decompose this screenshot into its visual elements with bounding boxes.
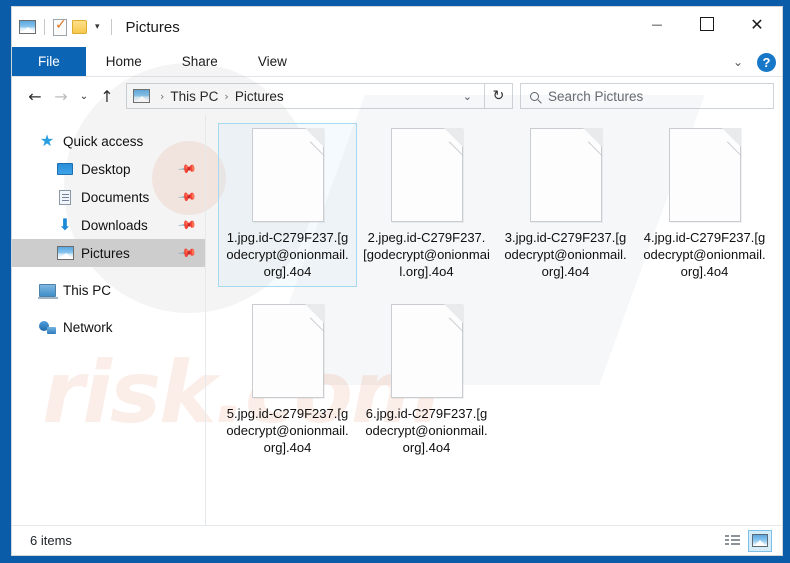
large-icons-view-icon (752, 534, 768, 547)
sidebar-item-quick-access[interactable]: ★ Quick access (12, 127, 205, 155)
new-folder-icon[interactable] (72, 20, 87, 34)
file-name-label: 6.jpg.id-C279F237.[godecrypt@onionmail.o… (365, 406, 488, 455)
sidebar-item-this-pc[interactable]: This PC (12, 276, 205, 304)
ribbon-right-controls: ⌄ ? (729, 47, 776, 77)
search-icon (530, 91, 539, 101)
sidebar-item-pictures[interactable]: Pictures 📌 (12, 239, 205, 267)
forward-button[interactable]: → (48, 83, 74, 109)
tab-view[interactable]: View (238, 47, 307, 76)
sidebar-item-label: Downloads (81, 217, 148, 233)
search-placeholder: Search Pictures (548, 88, 644, 104)
maximize-button[interactable] (682, 7, 732, 41)
breadcrumb-separator-1: › (160, 89, 165, 103)
file-document-icon (390, 128, 477, 222)
chevron-down-icon[interactable]: ⌄ (729, 55, 747, 69)
file-item[interactable]: 6.jpg.id-C279F237.[godecrypt@onionmail.o… (357, 299, 496, 463)
tab-share[interactable]: Share (162, 47, 238, 76)
star-icon: ★ (39, 131, 55, 150)
pin-icon[interactable]: 📌 (177, 243, 197, 263)
sidebar-item-label: Network (63, 319, 113, 335)
file-document-icon (529, 128, 616, 222)
file-item[interactable]: 4.jpg.id-C279F237.[godecrypt@onionmail.o… (635, 123, 774, 287)
recent-locations-chevron-icon[interactable]: ⌄ (74, 83, 94, 109)
downloads-icon: ⬇ (58, 215, 72, 234)
window-title: Pictures (125, 18, 180, 36)
explorer-body: risk.com ★ Quick access Desktop 📌 Documents 📌… (12, 63, 782, 525)
breadcrumb-picture-icon (133, 89, 150, 103)
close-button[interactable] (732, 7, 782, 41)
tab-home[interactable]: Home (86, 47, 162, 76)
window-controls (632, 7, 782, 41)
sidebar-item-network[interactable]: Network (12, 313, 205, 341)
details-view-icon (724, 534, 740, 547)
refresh-icon[interactable]: ↻ (485, 83, 513, 109)
file-document-icon (390, 304, 477, 398)
network-icon (38, 318, 56, 336)
toolbar-divider-2 (110, 19, 112, 35)
ribbon-tabs: File Home Share View ⌄ ? (12, 47, 782, 77)
file-item[interactable]: 3.jpg.id-C279F237.[godecrypt@onionmail.o… (496, 123, 635, 287)
this-pc-icon (37, 281, 58, 299)
help-icon[interactable]: ? (757, 52, 776, 72)
sidebar-item-label: Documents (81, 189, 150, 205)
customize-chevron-icon[interactable]: ▾ (92, 22, 103, 32)
sidebar-item-label: Quick access (63, 133, 144, 149)
title-bar: ▾ Pictures (12, 7, 782, 47)
pin-icon[interactable]: 📌 (177, 215, 197, 235)
file-item[interactable]: 1.jpg.id-C279F237.[godecrypt@onionmail.o… (218, 123, 357, 287)
file-name-label: 1.jpg.id-C279F237.[godecrypt@onionmail.o… (226, 230, 349, 279)
documents-icon (56, 188, 74, 206)
details-view-button[interactable] (720, 530, 744, 552)
sidebar-item-label: This PC (63, 282, 112, 298)
pin-icon[interactable]: 📌 (177, 159, 197, 179)
quick-access-toolbar: ▾ Pictures (12, 17, 180, 36)
toolbar-divider (44, 19, 45, 35)
properties-icon[interactable] (53, 17, 67, 36)
file-document-icon (251, 128, 338, 222)
breadcrumb-pictures[interactable]: Pictures (235, 89, 284, 104)
view-buttons (720, 529, 772, 552)
file-name-label: 3.jpg.id-C279F237.[godecrypt@onionmail.o… (504, 230, 627, 279)
sidebar-item-documents[interactable]: Documents 📌 (12, 183, 205, 211)
file-item[interactable]: 2.jpeg.id-C279F237.[godecrypt@onionmail.… (357, 123, 496, 287)
address-bar[interactable]: › This PC › Pictures ⌄ (126, 83, 485, 109)
pictures-icon (56, 244, 74, 262)
pin-icon[interactable]: 📌 (177, 187, 197, 207)
sidebar-item-label: Pictures (81, 245, 130, 261)
desktop-icon (56, 160, 74, 178)
item-count-label: 6 items (30, 533, 72, 548)
tab-file[interactable]: File (12, 47, 86, 76)
file-item[interactable]: 5.jpg.id-C279F237.[godecrypt@onionmail.o… (218, 299, 357, 463)
address-dropdown-chevron-icon[interactable]: ⌄ (455, 90, 480, 103)
window-inner-frame: ▾ Pictures File Home Share View ⌄ ? ← (11, 6, 783, 556)
navigation-pane: ★ Quick access Desktop 📌 Documents 📌 ⬇ Download… (12, 115, 206, 525)
file-document-icon (668, 128, 755, 222)
search-input[interactable]: Search Pictures (520, 83, 774, 109)
large-icons-view-button[interactable] (748, 529, 772, 552)
file-document-icon (251, 304, 338, 398)
navigation-bar: ← → ⌄ ↑ › This PC › Pictures ⌄ ↻ Search … (12, 77, 782, 115)
up-button[interactable]: ↑ (94, 83, 120, 109)
status-bar: 6 items (12, 525, 782, 555)
picture-icon[interactable] (19, 20, 36, 34)
file-name-label: 5.jpg.id-C279F237.[godecrypt@onionmail.o… (226, 406, 349, 455)
explorer-window: ▾ Pictures File Home Share View ⌄ ? ← (0, 0, 790, 563)
file-list-pane[interactable]: 1.jpg.id-C279F237.[godecrypt@onionmail.o… (206, 115, 782, 525)
file-name-label: 4.jpg.id-C279F237.[godecrypt@onionmail.o… (643, 230, 766, 279)
sidebar-item-label: Desktop (81, 161, 131, 177)
breadcrumb-this-pc[interactable]: This PC (170, 89, 218, 104)
file-name-label: 2.jpeg.id-C279F237.[godecrypt@onionmail.… (363, 230, 490, 279)
breadcrumb-separator-2: › (224, 89, 229, 103)
minimize-button[interactable] (632, 7, 682, 41)
back-button[interactable]: ← (22, 83, 48, 109)
sidebar-item-desktop[interactable]: Desktop 📌 (12, 155, 205, 183)
sidebar-item-downloads[interactable]: ⬇ Downloads 📌 (12, 211, 205, 239)
